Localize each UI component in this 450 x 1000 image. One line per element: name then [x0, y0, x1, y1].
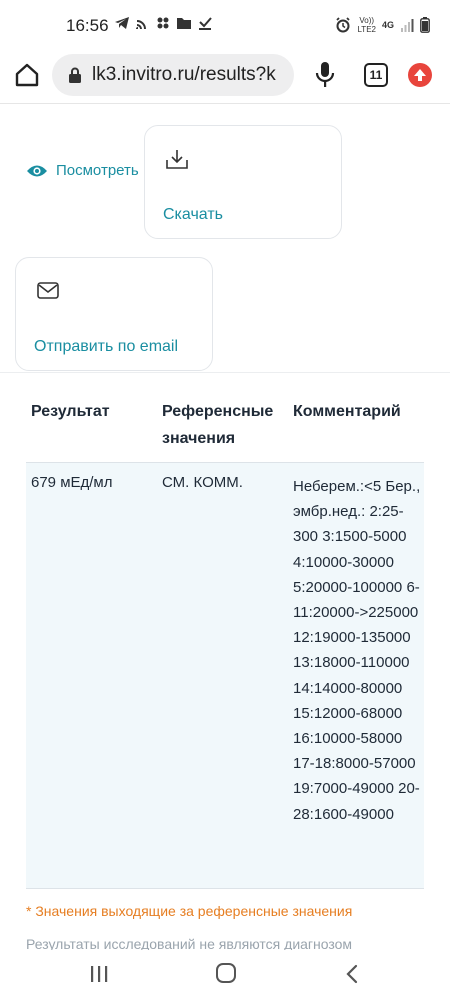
- eye-icon: [27, 165, 47, 176]
- system-navigation-bar: [0, 950, 450, 1000]
- home-icon[interactable]: [14, 62, 40, 88]
- download-card[interactable]: Скачать: [144, 125, 342, 239]
- mail-icon: [37, 282, 59, 299]
- out-of-range-footnote: * Значения выходящие за референсные знач…: [26, 903, 353, 919]
- telegram-icon: [115, 17, 129, 29]
- cell-comment: Неберем.:<5 Бер., эмбр.нед.: 2:25-300 3:…: [293, 478, 421, 823]
- network-label-bottom: LTE2: [357, 25, 376, 34]
- cell-reference: СМ. КОММ.: [162, 474, 243, 491]
- folder-icon: [177, 18, 191, 29]
- alarm-icon: [336, 17, 351, 33]
- tab-count: 11: [369, 68, 383, 82]
- microphone-icon[interactable]: [314, 60, 336, 90]
- header-reference: Референсные значения: [162, 403, 274, 447]
- home-nav-icon[interactable]: [216, 963, 236, 983]
- header-comment: Комментарий: [293, 403, 401, 420]
- signal-icon: [401, 19, 414, 32]
- recent-apps-icon[interactable]: [88, 965, 110, 983]
- download-done-icon: [199, 17, 212, 30]
- cast-icon: [136, 20, 146, 30]
- view-link-label: Посмотреть: [56, 162, 139, 179]
- network-label: Vo)) LTE2: [357, 16, 376, 34]
- status-bar: 16:56 Vo)) LTE2 4G: [0, 0, 450, 52]
- lock-icon: [69, 67, 81, 83]
- battery-icon: [420, 17, 430, 33]
- download-icon: [166, 150, 188, 169]
- section-divider: [0, 372, 450, 373]
- status-time: 16:56: [66, 16, 109, 35]
- send-email-label: Отправить по email: [34, 338, 179, 355]
- download-label: Скачать: [163, 206, 223, 223]
- back-icon[interactable]: [344, 964, 360, 984]
- status-icons-left: [114, 16, 212, 30]
- network-type: 4G: [381, 20, 394, 30]
- cell-result: 679 мЕд/мл: [31, 474, 113, 491]
- send-email-card[interactable]: Отправить по email: [15, 257, 213, 371]
- network-label-top: Vo)): [359, 16, 375, 25]
- status-icons-right: Vo)) LTE2 4G: [335, 16, 430, 34]
- browser-toolbar: lk3.invitro.ru/results?k 11: [0, 52, 450, 104]
- arrow-up-icon: [414, 69, 426, 81]
- header-result: Результат: [31, 403, 110, 420]
- url-text: lk3.invitro.ru/results?k: [92, 64, 276, 85]
- address-bar[interactable]: lk3.invitro.ru/results?k: [52, 54, 294, 96]
- slack-icon: [157, 17, 169, 29]
- view-link[interactable]: Посмотреть: [26, 162, 139, 179]
- tab-switcher-button[interactable]: 11: [364, 63, 388, 87]
- browser-update-button[interactable]: [408, 63, 432, 87]
